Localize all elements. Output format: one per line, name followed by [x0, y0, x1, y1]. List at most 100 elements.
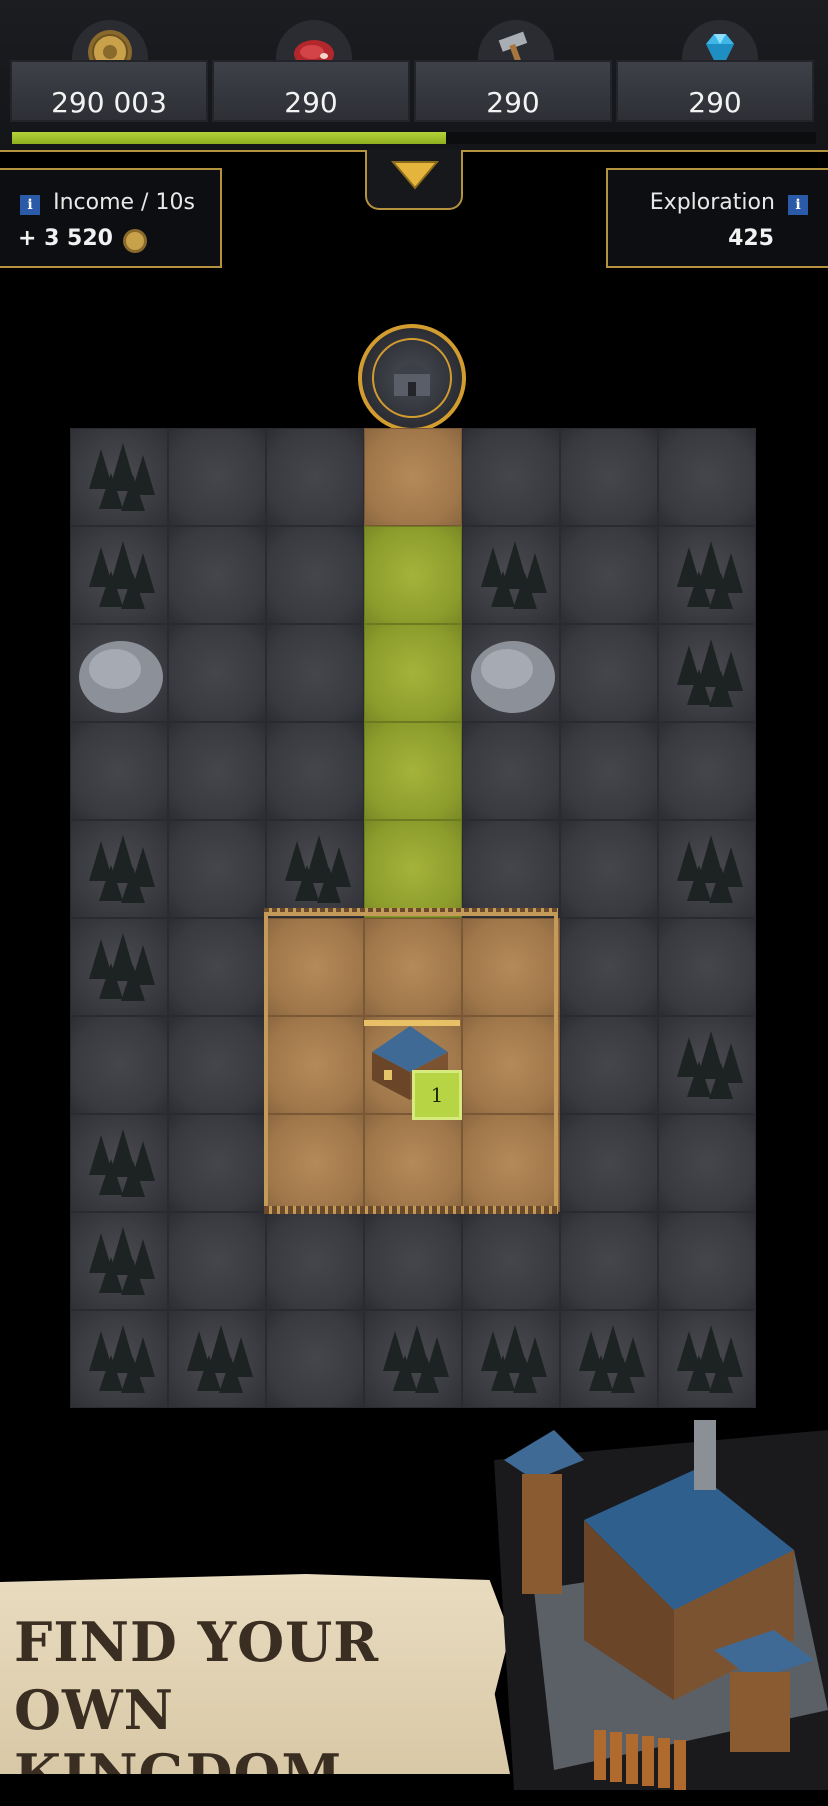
map-tile-dirt[interactable] — [364, 428, 462, 526]
map-tile-plain[interactable] — [560, 526, 658, 624]
map-tile-dirt[interactable] — [266, 1016, 364, 1114]
map-tile-forest[interactable] — [658, 1310, 756, 1408]
map-tile-plain[interactable] — [168, 820, 266, 918]
map-tile-plain[interactable] — [462, 820, 560, 918]
building-icon — [392, 360, 432, 396]
map-tile-plain[interactable] — [168, 428, 266, 526]
income-info-button[interactable]: i — [20, 195, 40, 215]
map-tile-plain[interactable] — [560, 722, 658, 820]
map-tile-rock[interactable] — [462, 624, 560, 722]
progress-fill — [12, 132, 447, 144]
map-tile-plain[interactable] — [168, 1212, 266, 1310]
map-tile-forest[interactable] — [658, 624, 756, 722]
exploration-label: Exploration — [649, 190, 775, 215]
map-tile-plain[interactable] — [462, 428, 560, 526]
map-tile-plain[interactable] — [364, 1212, 462, 1310]
map-tile-plain[interactable] — [266, 722, 364, 820]
map-tile-grass[interactable] — [364, 624, 462, 722]
fort-fence-top — [264, 908, 558, 916]
map-tile-forest[interactable] — [658, 526, 756, 624]
resource-food[interactable]: 290 — [212, 60, 410, 122]
map-tile-dirt[interactable] — [462, 918, 560, 1016]
resource-tools[interactable]: 290 — [414, 60, 612, 122]
map-tile-grass[interactable] — [364, 820, 462, 918]
map-tile-plain[interactable] — [462, 1212, 560, 1310]
frame-line-right — [462, 150, 828, 152]
chevron-down-icon — [391, 161, 439, 190]
map-tile-forest[interactable] — [560, 1310, 658, 1408]
map-tile-forest[interactable] — [168, 1310, 266, 1408]
map-tile-forest[interactable] — [70, 526, 168, 624]
map-tile-plain[interactable] — [560, 1016, 658, 1114]
map-tile-plain[interactable] — [462, 722, 560, 820]
map-tile-dirt[interactable] — [364, 1114, 462, 1212]
frame-line-left — [0, 150, 366, 152]
map-tile-plain[interactable] — [560, 918, 658, 1016]
tools-value: 290 — [486, 86, 540, 119]
map-tile-dirt[interactable] — [462, 1016, 560, 1114]
exploration-info-button[interactable]: i — [788, 195, 808, 215]
map-tile-plain[interactable] — [266, 526, 364, 624]
map-tile-plain[interactable] — [560, 1212, 658, 1310]
fort-fence-bottom — [264, 1206, 558, 1214]
map-tile-plain[interactable] — [560, 624, 658, 722]
map-tile-forest[interactable] — [462, 526, 560, 624]
banner-line-1: FIND YOUR — [14, 1610, 380, 1674]
exploration-panel: Exploration i 425 — [606, 168, 828, 268]
map-tile-plain[interactable] — [168, 624, 266, 722]
map-tile-plain[interactable] — [266, 624, 364, 722]
map-tile-plain[interactable] — [658, 918, 756, 1016]
income-panel: i Income / 10s + 3 520 — [0, 168, 222, 268]
map-tile-forest[interactable] — [364, 1310, 462, 1408]
map-tile-forest[interactable] — [70, 1310, 168, 1408]
income-label: Income / 10s — [53, 190, 195, 215]
map-tile-forest[interactable] — [70, 820, 168, 918]
map-tile-plain[interactable] — [560, 1114, 658, 1212]
exploration-value: 425 — [728, 226, 774, 251]
map-tile-grass[interactable] — [364, 722, 462, 820]
map-tile-plain[interactable] — [658, 428, 756, 526]
map-tile-dirt[interactable] — [266, 1114, 364, 1212]
income-value: + 3 520 — [18, 226, 113, 251]
map-tile-plain[interactable] — [168, 526, 266, 624]
map-tile-forest[interactable] — [70, 1114, 168, 1212]
gold-coin-icon — [123, 228, 148, 253]
map-tile-forest[interactable] — [658, 820, 756, 918]
building-level-badge: 1 — [412, 1070, 462, 1120]
map-tile-forest[interactable] — [462, 1310, 560, 1408]
map-tile-plain[interactable] — [266, 1310, 364, 1408]
map-tile-grass[interactable] — [364, 526, 462, 624]
map-tile-plain[interactable] — [266, 428, 364, 526]
explore-target-marker[interactable] — [358, 324, 466, 432]
resource-gold[interactable]: 290 003 — [10, 60, 208, 122]
map-tile-dirt[interactable] — [266, 918, 364, 1016]
gems-value: 290 — [688, 86, 742, 119]
map-tile-rock[interactable] — [70, 624, 168, 722]
map-tile-forest[interactable] — [70, 918, 168, 1016]
map-tile-forest[interactable] — [70, 428, 168, 526]
map-tile-plain[interactable] — [658, 1212, 756, 1310]
map-tile-plain[interactable] — [168, 1016, 266, 1114]
map-tile-forest[interactable] — [266, 820, 364, 918]
map-tile-plain[interactable] — [658, 1114, 756, 1212]
resource-gems[interactable]: 290 — [616, 60, 814, 122]
expand-toggle-button[interactable] — [365, 150, 463, 210]
promo-banner: FIND YOUR OWN KINGDOM — [0, 1574, 510, 1774]
map-tile-plain[interactable] — [70, 1016, 168, 1114]
map-tile-plain[interactable] — [560, 428, 658, 526]
progress-bar — [12, 132, 816, 144]
banner-line-2: OWN KINGDOM — [14, 1678, 343, 1806]
map-tile-forest[interactable] — [70, 1212, 168, 1310]
map-tile-plain[interactable] — [266, 1212, 364, 1310]
map-tile-plain[interactable] — [168, 722, 266, 820]
map-tile-plain[interactable] — [168, 918, 266, 1016]
game-map[interactable] — [70, 428, 756, 1415]
map-tile-dirt[interactable] — [364, 918, 462, 1016]
map-tile-plain[interactable] — [658, 722, 756, 820]
map-tile-plain[interactable] — [70, 722, 168, 820]
castle-illustration — [494, 1420, 828, 1790]
map-tile-forest[interactable] — [658, 1016, 756, 1114]
map-tile-plain[interactable] — [560, 820, 658, 918]
map-tile-dirt[interactable] — [462, 1114, 560, 1212]
map-tile-plain[interactable] — [168, 1114, 266, 1212]
